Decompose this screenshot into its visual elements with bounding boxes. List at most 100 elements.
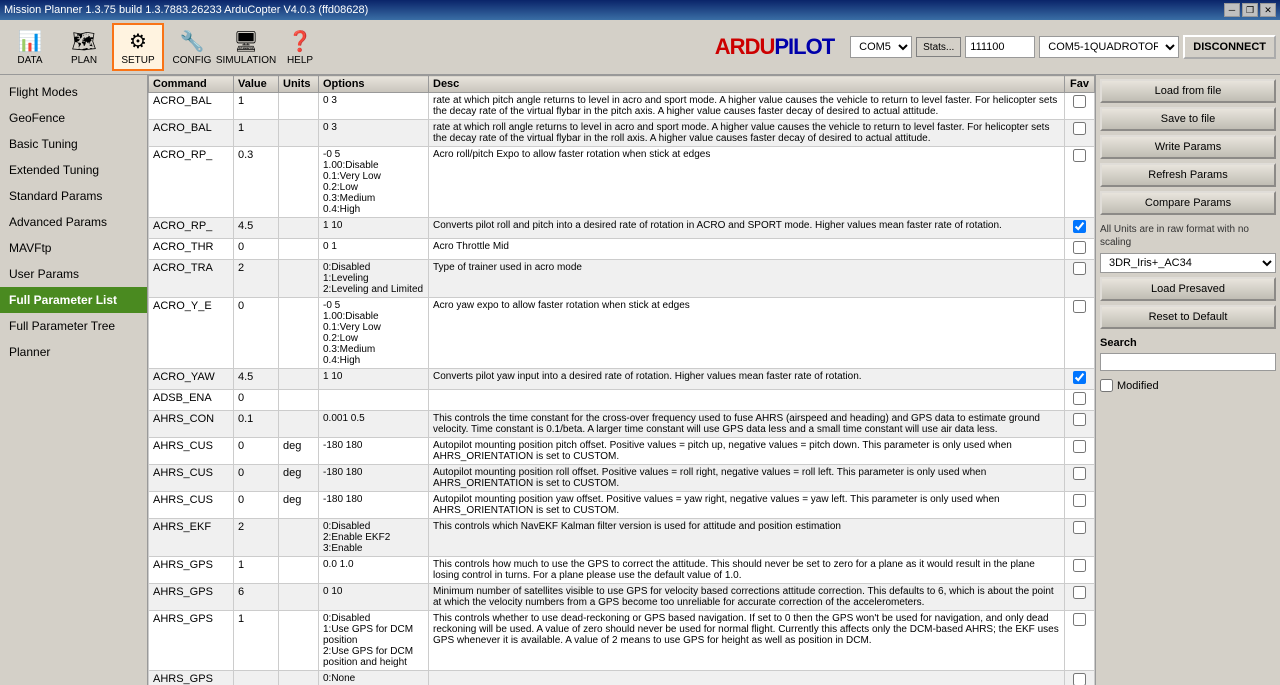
cell-fav[interactable] [1065, 93, 1095, 120]
cell-value[interactable]: 0 [234, 298, 279, 369]
sidebar-item-extended-tuning[interactable]: Extended Tuning [0, 157, 147, 183]
cell-value[interactable]: 0.1 [234, 411, 279, 438]
minimize-btn[interactable]: ─ [1224, 3, 1240, 17]
sidebar-item-geofence[interactable]: GeoFence [0, 105, 147, 131]
sidebar-item-full-param-list[interactable]: Full Parameter List [0, 287, 147, 313]
cell-command[interactable]: AHRS_CUS [149, 465, 234, 492]
cell-value[interactable]: 0 [234, 492, 279, 519]
restore-btn[interactable]: ❐ [1242, 3, 1258, 17]
fav-checkbox[interactable] [1073, 300, 1086, 313]
fav-checkbox[interactable] [1073, 559, 1086, 572]
fav-checkbox[interactable] [1073, 220, 1086, 233]
param-table-container[interactable]: Command Value Units Options Desc Fav ACR… [148, 75, 1095, 685]
fav-checkbox[interactable] [1073, 613, 1086, 626]
sidebar-item-advanced-params[interactable]: Advanced Params [0, 209, 147, 235]
cell-fav[interactable] [1065, 260, 1095, 298]
cell-command[interactable]: AHRS_GPS [149, 584, 234, 611]
cell-fav[interactable] [1065, 239, 1095, 260]
cell-value[interactable]: 1 [234, 120, 279, 147]
modified-checkbox[interactable] [1100, 379, 1113, 392]
cell-value[interactable]: 1 [234, 93, 279, 120]
cell-fav[interactable] [1065, 492, 1095, 519]
reset-to-default-button[interactable]: Reset to Default [1100, 305, 1276, 329]
cell-value[interactable] [234, 671, 279, 685]
fav-checkbox[interactable] [1073, 673, 1086, 685]
header-value[interactable]: Value [234, 76, 279, 93]
cell-value[interactable]: 2 [234, 519, 279, 557]
sidebar-item-flight-modes[interactable]: Flight Modes [0, 79, 147, 105]
toolbar-setup-btn[interactable]: ⚙ SETUP [112, 23, 164, 71]
cell-value[interactable]: 0 [234, 465, 279, 492]
cell-command[interactable]: ACRO_YAW [149, 369, 234, 390]
cell-fav[interactable] [1065, 120, 1095, 147]
cell-value[interactable]: 0 [234, 438, 279, 465]
fav-checkbox[interactable] [1073, 586, 1086, 599]
baud-rate-input[interactable] [965, 36, 1035, 58]
fav-checkbox[interactable] [1073, 413, 1086, 426]
fav-checkbox[interactable] [1073, 241, 1086, 254]
profile-dropdown[interactable]: 3DR_Iris+_AC34 [1100, 253, 1276, 273]
disconnect-button[interactable]: DISCONNECT [1183, 35, 1276, 59]
cell-value[interactable]: 1 [234, 611, 279, 671]
fav-checkbox[interactable] [1073, 440, 1086, 453]
stats-button[interactable]: Stats... [916, 37, 961, 57]
cell-fav[interactable] [1065, 218, 1095, 239]
cell-fav[interactable] [1065, 584, 1095, 611]
toolbar-plan-btn[interactable]: 🗺 PLAN [58, 23, 110, 71]
cell-value[interactable]: 0 [234, 239, 279, 260]
fav-checkbox[interactable] [1073, 262, 1086, 275]
cell-command[interactable]: AHRS_CON [149, 411, 234, 438]
sidebar-item-full-param-tree[interactable]: Full Parameter Tree [0, 313, 147, 339]
cell-command[interactable]: AHRS_GPS [149, 671, 234, 685]
save-to-file-button[interactable]: Save to file [1100, 107, 1276, 131]
cell-command[interactable]: AHRS_GPS [149, 557, 234, 584]
cell-command[interactable]: AHRS_CUS [149, 438, 234, 465]
refresh-params-button[interactable]: Refresh Params [1100, 163, 1276, 187]
cell-fav[interactable] [1065, 465, 1095, 492]
fav-checkbox[interactable] [1073, 95, 1086, 108]
cell-fav[interactable] [1065, 147, 1095, 218]
write-params-button[interactable]: Write Params [1100, 135, 1276, 159]
title-bar-controls[interactable]: ─ ❐ ✕ [1224, 3, 1276, 17]
cell-command[interactable]: ADSB_ENA [149, 390, 234, 411]
cell-command[interactable]: ACRO_THR [149, 239, 234, 260]
cell-fav[interactable] [1065, 519, 1095, 557]
toolbar-simulation-btn[interactable]: 🖥 SIMULATION [220, 23, 272, 71]
load-from-file-button[interactable]: Load from file [1100, 79, 1276, 103]
header-fav[interactable]: Fav [1065, 76, 1095, 93]
cell-fav[interactable] [1065, 438, 1095, 465]
toolbar-data-btn[interactable]: 📊 DATA [4, 23, 56, 71]
cell-fav[interactable] [1065, 611, 1095, 671]
header-options[interactable]: Options [319, 76, 429, 93]
cell-value[interactable]: 1 [234, 557, 279, 584]
cell-command[interactable]: ACRO_RP_ [149, 147, 234, 218]
cell-command[interactable]: ACRO_TRA [149, 260, 234, 298]
fav-checkbox[interactable] [1073, 149, 1086, 162]
cell-value[interactable]: 4.5 [234, 369, 279, 390]
cell-fav[interactable] [1065, 557, 1095, 584]
cell-fav[interactable] [1065, 369, 1095, 390]
cell-command[interactable]: AHRS_EKF [149, 519, 234, 557]
sidebar-item-mavftp[interactable]: MAVFtp [0, 235, 147, 261]
fav-checkbox[interactable] [1073, 392, 1086, 405]
toolbar-config-btn[interactable]: 🔧 CONFIG [166, 23, 218, 71]
compare-params-button[interactable]: Compare Params [1100, 191, 1276, 215]
sidebar-item-standard-params[interactable]: Standard Params [0, 183, 147, 209]
cell-command[interactable]: ACRO_Y_E [149, 298, 234, 369]
cell-command[interactable]: AHRS_GPS [149, 611, 234, 671]
cell-fav[interactable] [1065, 298, 1095, 369]
load-presaved-button[interactable]: Load Presaved [1100, 277, 1276, 301]
cell-value[interactable]: 0.3 [234, 147, 279, 218]
cell-command[interactable]: ACRO_BAL [149, 120, 234, 147]
header-desc[interactable]: Desc [429, 76, 1065, 93]
cell-command[interactable]: AHRS_CUS [149, 492, 234, 519]
cell-value[interactable]: 0 [234, 390, 279, 411]
header-command[interactable]: Command [149, 76, 234, 93]
fav-checkbox[interactable] [1073, 521, 1086, 534]
fav-checkbox[interactable] [1073, 371, 1086, 384]
close-btn[interactable]: ✕ [1260, 3, 1276, 17]
profile-select[interactable]: COM5-1QUADROTOR [1039, 36, 1179, 58]
fav-checkbox[interactable] [1073, 467, 1086, 480]
cell-command[interactable]: ACRO_RP_ [149, 218, 234, 239]
com-port-select[interactable]: COM5 [850, 36, 912, 58]
